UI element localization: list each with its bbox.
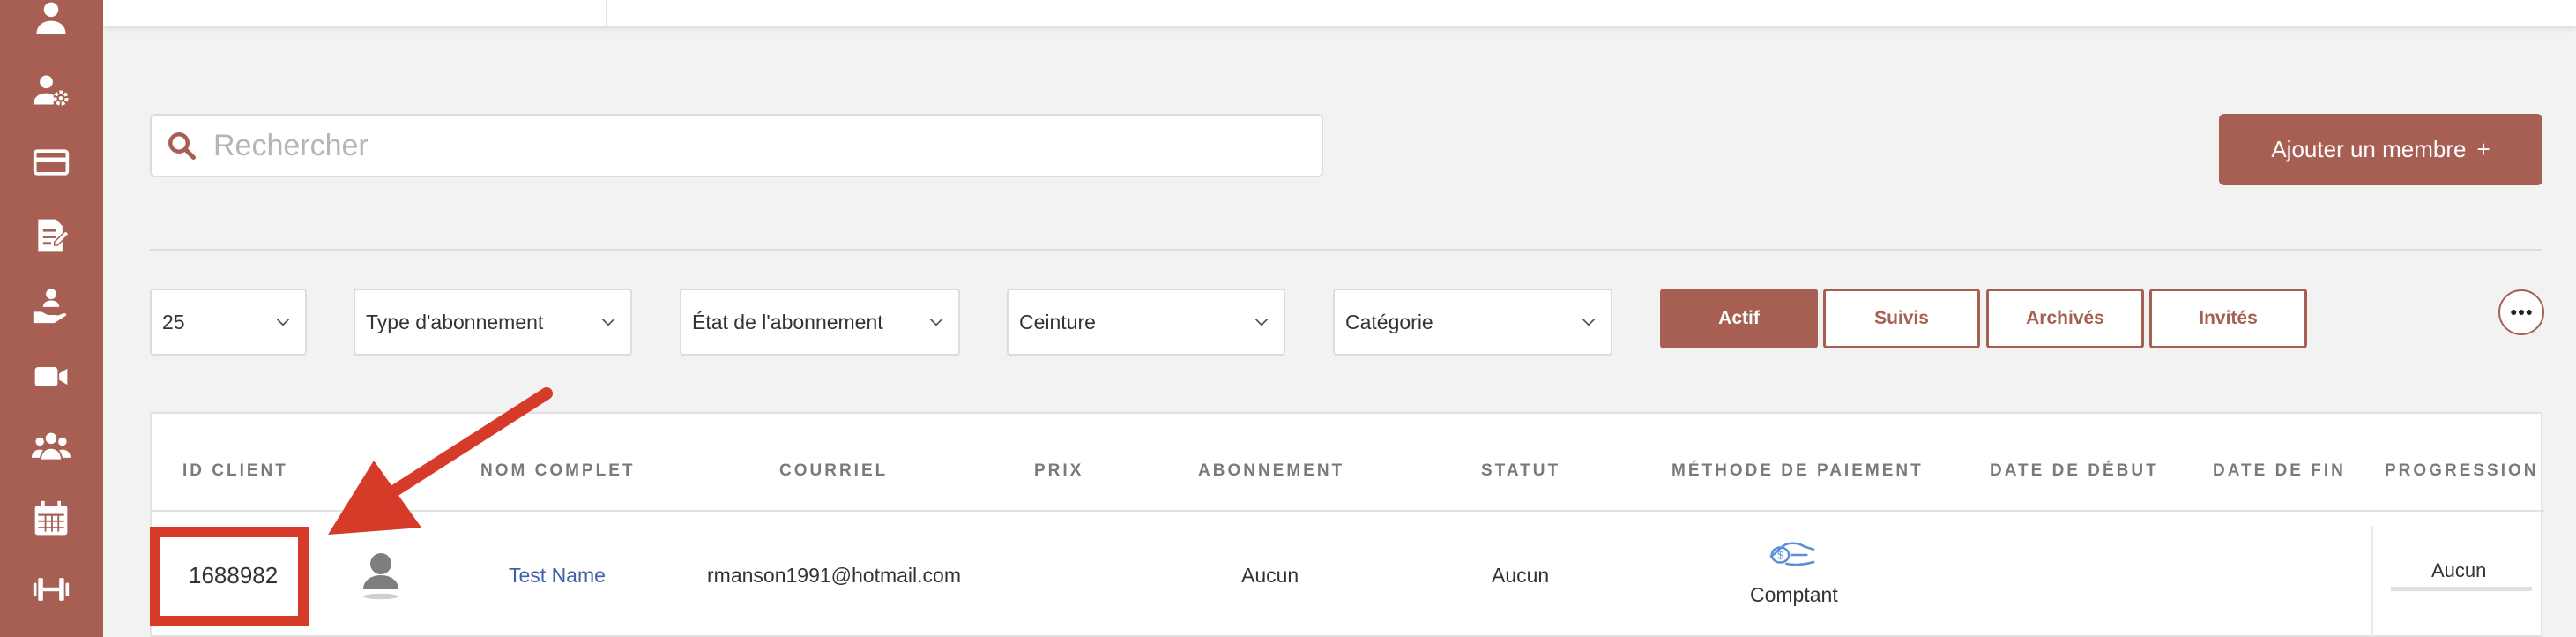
video-camera-icon[interactable] — [30, 356, 72, 398]
cash-payment-icon: $ — [1767, 539, 1818, 576]
col-header-subscription[interactable]: ABONNEMENT — [1198, 461, 1344, 481]
tab-invites[interactable]: Invités — [2149, 289, 2307, 348]
credit-card-icon[interactable] — [30, 141, 72, 184]
subscription-state-select[interactable]: État de l'abonnement — [680, 289, 960, 356]
header-separator — [152, 510, 2544, 512]
subscription-type-value: Type d'abonnement — [366, 310, 544, 333]
category-select[interactable]: Catégorie — [1333, 289, 1612, 356]
belt-select[interactable]: Ceinture — [1007, 289, 1285, 356]
col-header-id[interactable]: ID CLIENT — [182, 461, 288, 481]
search-box — [150, 114, 1323, 177]
page-size-select[interactable]: 25 — [150, 289, 307, 356]
col-header-name[interactable]: NOM COMPLET — [480, 461, 636, 481]
col-header-start-date[interactable]: DATE DE DÉBUT — [1990, 461, 2159, 481]
progress-bar — [2391, 587, 2532, 591]
search-icon — [162, 126, 201, 165]
subscription-type-select[interactable]: Type d'abonnement — [354, 289, 632, 356]
col-header-email[interactable]: COURRIEL — [779, 461, 888, 481]
divider — [150, 249, 2542, 251]
search-input[interactable] — [213, 128, 1271, 163]
avatar — [361, 551, 400, 605]
more-horizontal-icon — [2511, 310, 2532, 315]
tab-label: Actif — [1718, 308, 1760, 328]
belt-value: Ceinture — [1019, 310, 1096, 333]
plus-icon: + — [2476, 136, 2490, 162]
tab-label: Archivés — [2026, 308, 2104, 328]
subscription-state-value: État de l'abonnement — [692, 310, 883, 333]
chevron-down-icon — [929, 318, 943, 326]
col-header-status[interactable]: STATUT — [1481, 461, 1560, 481]
chevron-down-icon — [1582, 318, 1596, 326]
annotation-highlight-box — [150, 527, 309, 626]
chevron-down-icon — [601, 318, 615, 326]
payment-method-label: Comptant — [1750, 583, 1838, 606]
category-value: Catégorie — [1345, 310, 1433, 333]
col-header-end-date[interactable]: DATE DE FIN — [2213, 461, 2346, 481]
calendar-icon[interactable] — [30, 498, 72, 540]
progression-value: Aucun — [2431, 559, 2487, 581]
user-settings-icon[interactable] — [30, 69, 72, 111]
chevron-down-icon — [1254, 318, 1269, 326]
user-icon[interactable] — [30, 0, 72, 39]
col-header-progression[interactable]: PROGRESSION — [2385, 461, 2538, 481]
col-header-payment-method[interactable]: MÉTHODE DE PAIEMENT — [1671, 461, 1924, 481]
tab-suivis[interactable]: Suivis — [1823, 289, 1980, 348]
sidebar — [0, 0, 103, 637]
more-options-button[interactable] — [2498, 289, 2544, 335]
add-member-label: Ajouter un membre — [2271, 136, 2467, 162]
hand-holding-user-icon[interactable] — [30, 284, 72, 326]
tab-label: Suivis — [1874, 308, 1929, 328]
dumbbell-icon[interactable] — [30, 568, 72, 611]
col-header-price[interactable]: PRIX — [1034, 461, 1083, 481]
page-size-value: 25 — [162, 310, 185, 333]
top-bar-divider — [606, 0, 607, 26]
add-member-button[interactable]: Ajouter un membre + — [2219, 114, 2542, 185]
progression-separator — [2371, 527, 2373, 637]
member-subscription: Aucun — [1241, 564, 1299, 587]
chevron-down-icon — [276, 318, 290, 326]
tab-label: Invités — [2199, 308, 2258, 328]
svg-text:$: $ — [1777, 550, 1783, 562]
document-edit-icon[interactable] — [30, 214, 72, 257]
tab-actif[interactable]: Actif — [1660, 289, 1818, 348]
tab-archives[interactable]: Archivés — [1986, 289, 2144, 348]
users-group-icon[interactable] — [30, 425, 72, 468]
member-name-link[interactable]: Test Name — [509, 564, 606, 588]
member-status: Aucun — [1492, 564, 1550, 587]
members-table: ID CLIENT NOM COMPLET COURRIEL PRIX ABON… — [150, 412, 2544, 637]
top-bar — [103, 0, 2576, 26]
member-email: rmanson1991@hotmail.com — [707, 564, 961, 587]
